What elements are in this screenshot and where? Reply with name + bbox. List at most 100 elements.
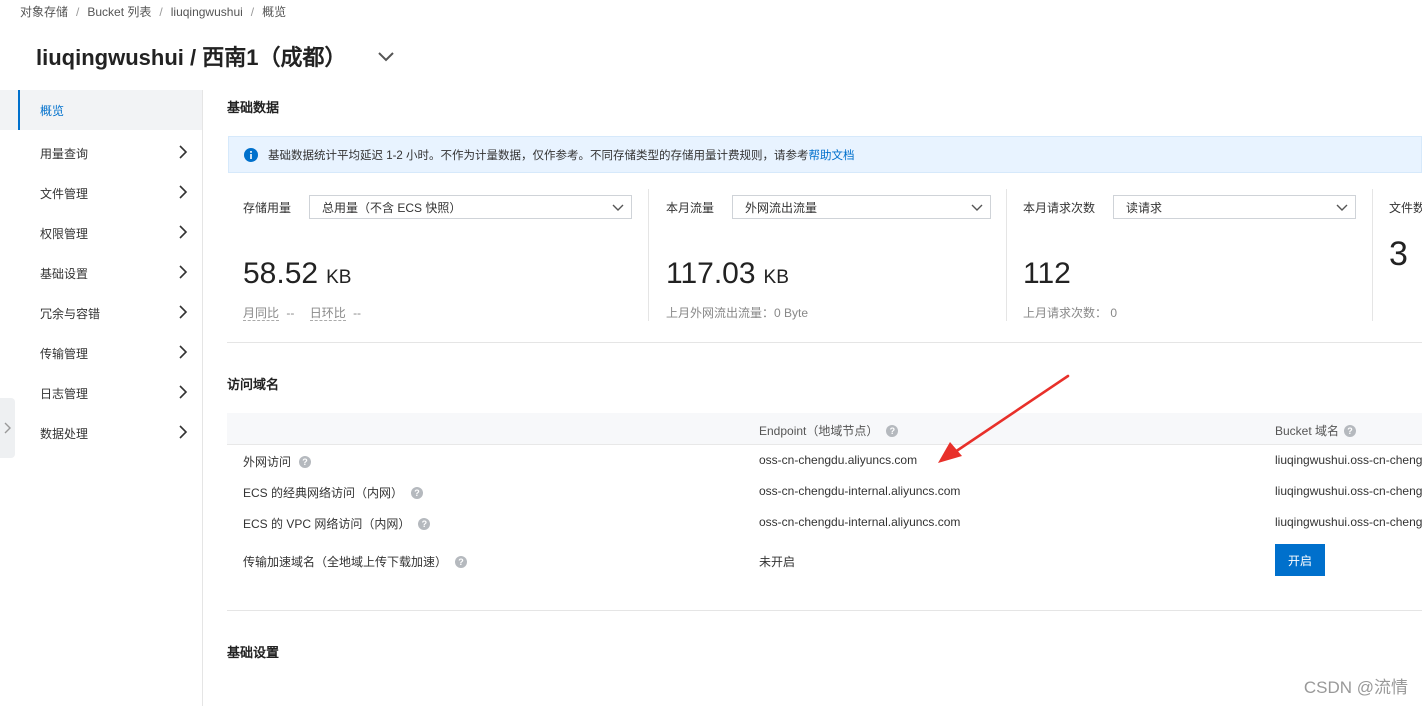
breadcrumb-item-bucket-list[interactable]: Bucket 列表: [87, 5, 151, 19]
stat-requests: 本月请求次数 读请求 112 上月请求次数： 0: [1006, 189, 1372, 321]
sidebar-collapse-handle[interactable]: [0, 398, 15, 458]
dod-label: 日环比: [309, 306, 346, 321]
sidebar-item-usage[interactable]: 用量查询: [0, 133, 202, 173]
divider: [227, 342, 1422, 343]
stat-last-month: 上月外网流出流量：0 Byte: [666, 306, 809, 320]
sidebar-item-label: 权限管理: [40, 226, 89, 241]
stat-traffic: 本月流量 外网流出流量 117.03 KB 上月外网流出流量：0 Byte: [648, 189, 1006, 321]
stat-number: 58.52: [243, 257, 319, 290]
column-header-label: Endpoint（地域节点）: [759, 424, 879, 438]
breadcrumb-separator: /: [250, 5, 255, 19]
sidebar-item-permissions[interactable]: 权限管理: [0, 213, 202, 253]
table-header: Endpoint（地域节点）? Bucket 域名?: [227, 413, 1422, 445]
help-icon[interactable]: ?: [418, 517, 431, 530]
stat-number: 117.03: [666, 257, 756, 290]
info-notice: 基础数据统计平均延迟 1-2 小时。不作为计量数据，仅作参考。不同存储类型的存储…: [228, 136, 1422, 173]
mom-value: --: [286, 306, 295, 320]
chevron-down-icon: [1336, 204, 1348, 211]
watermark: CSDN @流情: [1303, 678, 1408, 697]
stat-unit: KB: [763, 267, 789, 288]
section-title-basic-data: 基础数据: [227, 100, 280, 115]
enable-acceleration-button[interactable]: 开启: [1275, 544, 1325, 576]
annotation-arrow-icon: [938, 374, 1070, 463]
notice-text: 基础数据统计平均延迟 1-2 小时。不作为计量数据，仅作参考。不同存储类型的存储…: [268, 149, 809, 162]
endpoint-value: oss-cn-chengdu-internal.aliyuncs.com: [759, 515, 961, 529]
chevron-right-icon: [179, 225, 188, 239]
help-icon[interactable]: ?: [411, 486, 424, 499]
section-title-access-domain: 访问域名: [227, 377, 280, 392]
bucket-domain-value: liuqingwushui.oss-cn-chengdu-internal.al…: [1275, 515, 1422, 529]
stat-value: 117.03 KB: [666, 257, 789, 291]
chevron-right-icon: [179, 345, 188, 359]
select-value: 读请求: [1126, 200, 1163, 215]
acceleration-status: 未开启: [759, 555, 796, 569]
chevron-right-icon: [179, 305, 188, 319]
row-name: ECS 的经典网络访问（内网）?: [243, 484, 424, 501]
help-icon[interactable]: ?: [299, 455, 312, 468]
sidebar-item-transfer[interactable]: 传输管理: [0, 333, 202, 373]
sidebar-item-label: 数据处理: [40, 426, 89, 441]
breadcrumb-separator: /: [159, 5, 163, 19]
endpoint-value: oss-cn-chengdu-internal.aliyuncs.com: [759, 484, 961, 498]
chevron-right-icon: [179, 385, 188, 399]
sidebar-item-label: 文件管理: [40, 186, 89, 201]
row-name-label: ECS 的经典网络访问（内网）: [243, 486, 404, 500]
select-value: 总用量（不含 ECS 快照）: [322, 200, 462, 215]
mom-label: 月同比: [243, 306, 280, 321]
traffic-type-select[interactable]: 外网流出流量: [732, 195, 991, 219]
sidebar-item-basic-settings[interactable]: 基础设置: [0, 253, 202, 293]
sidebar-item-data-processing[interactable]: 数据处理: [0, 413, 202, 453]
breadcrumb-item-oss[interactable]: 对象存储: [20, 5, 68, 19]
column-header-bucket-domain: Bucket 域名?: [1275, 422, 1357, 439]
chevron-right-icon: [179, 185, 188, 199]
chevron-down-icon: [612, 204, 624, 211]
row-name-label: 传输加速域名（全地域上传下载加速）: [243, 555, 448, 569]
sidebar-item-logs[interactable]: 日志管理: [0, 373, 202, 413]
help-doc-link[interactable]: 帮助文档: [809, 147, 855, 163]
page-title: liuqingwushui / 西南1（成都）: [36, 45, 347, 70]
domain-table: Endpoint（地域节点）? Bucket 域名? 外网访问? oss-cn-…: [227, 413, 1422, 584]
stat-files: 文件数 3: [1372, 189, 1422, 321]
sidebar-item-redundancy[interactable]: 冗余与容错: [0, 293, 202, 333]
breadcrumb-item-bucket[interactable]: liuqingwushui: [171, 5, 243, 19]
row-name: 传输加速域名（全地域上传下载加速）?: [243, 553, 468, 570]
chevron-right-icon: [179, 145, 188, 159]
stat-value: 58.52 KB: [243, 257, 351, 291]
stat-comparison: 月同比 -- 日环比 --: [243, 304, 361, 321]
sidebar-item-label: 概览: [40, 103, 65, 118]
table-row: 外网访问? oss-cn-chengdu.aliyuncs.com liuqin…: [227, 445, 1422, 476]
request-type-select[interactable]: 读请求: [1113, 195, 1356, 219]
row-name-label: ECS 的 VPC 网络访问（内网）: [243, 517, 411, 531]
bucket-domain-value: liuqingwushui.oss-cn-chengdu.aliyuncs.co…: [1275, 453, 1422, 467]
help-icon[interactable]: ?: [1344, 424, 1357, 437]
stat-label: 文件数: [1389, 201, 1422, 215]
stat-storage: 存储用量 总用量（不含 ECS 快照） 58.52 KB 月同比 -- 日环比 -…: [227, 189, 648, 321]
sidebar-item-label: 用量查询: [40, 146, 89, 161]
table-row: ECS 的经典网络访问（内网）? oss-cn-chengdu-internal…: [227, 476, 1422, 507]
sidebar-item-label: 基础设置: [40, 266, 89, 281]
sidebar-item-files[interactable]: 文件管理: [0, 173, 202, 213]
row-name: 外网访问?: [243, 453, 312, 470]
breadcrumb-item-current: 概览: [262, 5, 287, 19]
sidebar-item-overview[interactable]: 概览: [0, 90, 202, 130]
stat-number: 3: [1389, 235, 1408, 273]
row-name-label: 外网访问: [243, 455, 292, 469]
help-icon[interactable]: ?: [886, 424, 899, 437]
divider: [227, 610, 1422, 611]
breadcrumb: 对象存储 / Bucket 列表 / liuqingwushui / 概览: [20, 3, 286, 20]
endpoint-value: oss-cn-chengdu.aliyuncs.com: [759, 453, 918, 467]
help-icon[interactable]: ?: [455, 555, 468, 568]
section-title-basic-settings: 基础设置: [227, 645, 280, 660]
column-header-endpoint: Endpoint（地域节点）?: [759, 422, 899, 439]
chevron-down-icon[interactable]: [377, 47, 395, 65]
stat-label: 本月流量: [666, 201, 715, 215]
stat-value: 3: [1389, 235, 1408, 274]
storage-type-select[interactable]: 总用量（不含 ECS 快照）: [309, 195, 632, 219]
sidebar-item-label: 传输管理: [40, 346, 89, 361]
sidebar: 概览 用量查询 文件管理 权限管理 基础设置 冗余与容错 传输管理 日志管理 数…: [0, 90, 203, 706]
sidebar-item-label: 冗余与容错: [40, 306, 101, 321]
table-row: 传输加速域名（全地域上传下载加速）? 未开启 开启: [227, 538, 1422, 584]
dod-value: --: [353, 306, 362, 320]
select-value: 外网流出流量: [745, 200, 818, 215]
row-name: ECS 的 VPC 网络访问（内网）?: [243, 515, 431, 532]
